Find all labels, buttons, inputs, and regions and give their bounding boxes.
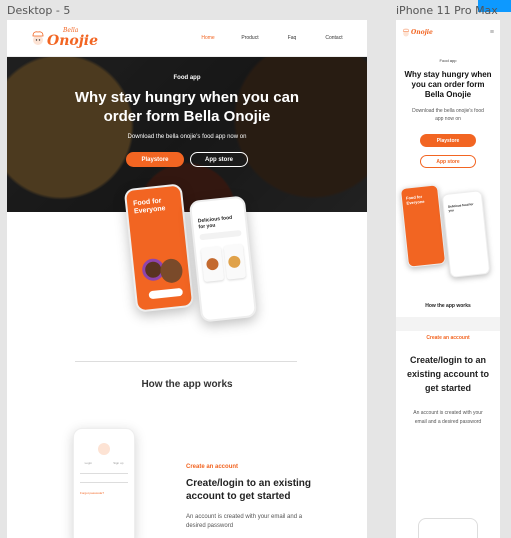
mockup-button [148,287,184,300]
dish-image [205,257,219,271]
phone-frame[interactable]: Onojie ≡ Food app Why stay hungry when y… [396,20,500,538]
mockup-tab-login: Login [84,461,92,465]
avatar-illustration [159,257,184,284]
mobile-mockup-right-text: Delicious food for you [447,202,474,213]
food-card [223,243,247,280]
logo-big-text: Onojie [47,33,99,49]
mobile-header: Onojie ≡ [396,20,500,44]
nav-home[interactable]: Home [187,35,229,41]
mobile-playstore-button[interactable]: Playstore [420,134,476,147]
dish-image [228,255,242,269]
mobile-step-title: Create/login to an existing account to g… [406,355,489,393]
chef-icon [402,28,410,36]
mobile-title: Why stay hungry when you can order form … [404,70,492,99]
mobile-logo[interactable]: Onojie [402,28,433,37]
mobile-mockup-left: Food for Everyone [399,184,447,268]
mockup-password-field [80,479,128,483]
step-eyebrow: Create an account [186,464,239,470]
logo[interactable]: Bella Onojie [31,28,98,48]
mobile-appstore-button[interactable]: App store [420,155,476,168]
hero-title: Why stay hungry when you can order form … [74,89,300,125]
mobile-mockup-left-text: Food for Everyone [405,193,425,206]
mobile-step-description: An account is created with your email an… [413,410,483,425]
mobile-mockup-right: Delicious food for you [441,190,491,278]
mockup-forgot-link: Forgot passcode? [80,491,105,495]
how-section-title: How the app works [141,379,233,390]
mobile-login-mockup [418,518,478,538]
nav-contact[interactable]: Contact [313,35,355,41]
mobile-section-band [396,317,500,331]
step-title: Create/login to an existing account to g… [186,478,312,502]
desktop-frame-label[interactable]: Desktop - 5 [7,4,70,17]
section-divider [75,361,297,362]
phone-mockup-right: Delicious food for you [188,195,258,323]
playstore-button[interactable]: Playstore [126,152,184,167]
mockup-left-text: Food for Everyone [132,197,166,216]
nav-product[interactable]: Product [229,35,271,41]
phone-frame-label[interactable]: iPhone 11 Pro Max [396,4,498,17]
mobile-step-eyebrow: Create an account [426,335,470,341]
canvas-edge [500,20,511,538]
mobile-phone-mockups: Food for Everyone Delicious food for you [396,178,500,290]
chef-icon [98,443,110,455]
hamburger-menu-icon[interactable]: ≡ [490,29,494,36]
desktop-frame[interactable]: Bella Onojie Home Product Faq Contact Fo… [7,20,367,538]
mobile-logo-text: Onojie [411,28,433,36]
hero-eyebrow: Food app [173,75,201,81]
mobile-section-title: How the app works [425,303,471,309]
mockup-right-text: Delicious food for you [197,214,233,231]
main-nav: Home Product Faq Contact [187,35,355,41]
chef-icon [32,31,44,45]
site-header: Bella Onojie Home Product Faq Contact [7,20,367,57]
nav-faq[interactable]: Faq [271,35,313,41]
mobile-subtitle: Download the bella onojie's food app now… [412,108,484,122]
appstore-button[interactable]: App store [190,152,248,167]
step-description: An account is created with your email an… [186,514,303,529]
food-card [200,246,224,283]
phone-mockup-left: Food for Everyone [123,183,195,313]
login-phone-mockup: Login Sign up Forgot passcode? [73,428,135,538]
phone-mockups: Food for Everyone Delicious food for you [123,180,265,330]
mockup-email-field [80,470,128,474]
mobile-eyebrow: Food app [439,58,457,63]
hero-subtitle: Download the bella onojie's food app now… [127,134,247,140]
mockup-tab-signup: Sign up [113,461,124,465]
